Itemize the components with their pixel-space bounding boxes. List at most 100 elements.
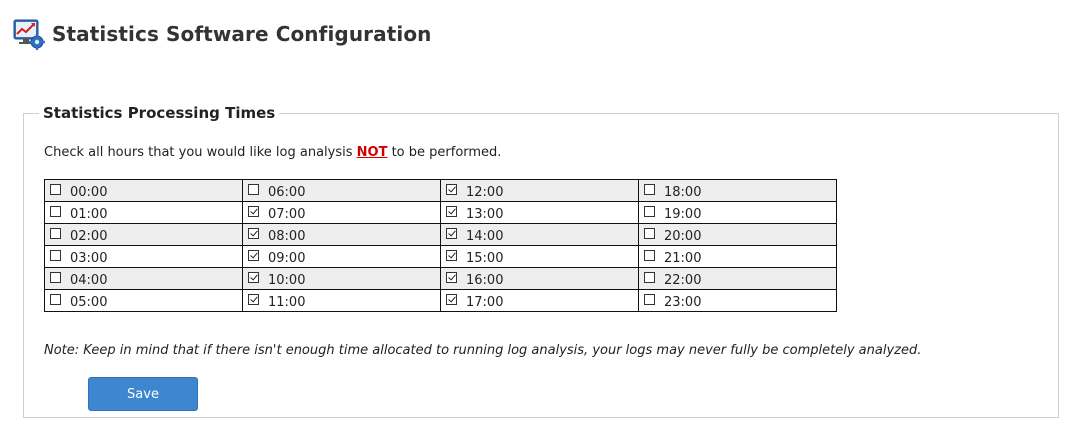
hour-cell: 01:00 [44,201,243,224]
hour-label: 01:00 [70,206,108,222]
hour-cell: 03:00 [44,245,243,268]
hour-cell: 10:00 [242,267,441,290]
hour-option[interactable]: 14:00 [446,224,638,245]
hour-checkbox[interactable] [446,183,457,195]
hour-checkbox[interactable] [50,293,61,305]
hour-checkbox[interactable] [50,271,61,283]
hour-checkbox[interactable] [446,249,457,261]
hour-label: 14:00 [466,228,504,244]
hour-cell: 08:00 [242,223,441,246]
hour-label: 17:00 [466,294,504,310]
hour-label: 12:00 [466,184,504,200]
hour-option[interactable]: 19:00 [644,202,836,223]
hour-cell: 21:00 [638,245,837,268]
hour-option[interactable]: 00:00 [50,180,242,201]
hour-label: 03:00 [70,250,108,266]
hour-label: 10:00 [268,272,306,288]
hour-checkbox[interactable] [644,249,655,261]
hour-label: 06:00 [268,184,306,200]
hour-option[interactable]: 20:00 [644,224,836,245]
hour-label: 21:00 [664,250,702,266]
hour-checkbox[interactable] [644,183,655,195]
hour-label: 13:00 [466,206,504,222]
save-button[interactable]: Save [88,377,198,411]
statistics-config-page: Statistics Software Configuration Statis… [0,0,1084,428]
hour-label: 07:00 [268,206,306,222]
statistics-monitor-gear-icon [13,19,45,50]
hour-checkbox[interactable] [248,271,259,283]
hour-option[interactable]: 10:00 [248,268,440,289]
instruction-emphasis: NOT [356,145,388,160]
hour-checkbox[interactable] [644,227,655,239]
hours-row: 05:00 11:00 17:00 23:00 [44,289,837,312]
hour-cell: 16:00 [440,267,639,290]
page-header: Statistics Software Configuration [12,14,432,54]
hour-checkbox[interactable] [248,293,259,305]
note-text: Note: Keep in mind that if there isn't e… [44,343,922,358]
hour-label: 04:00 [70,272,108,288]
hour-label: 02:00 [70,228,108,244]
hour-checkbox[interactable] [644,205,655,217]
hour-checkbox[interactable] [50,227,61,239]
hour-cell: 11:00 [242,289,441,312]
hour-cell: 19:00 [638,201,837,224]
processing-times-section: Statistics Processing Times Check all ho… [23,104,1059,418]
hour-cell: 17:00 [440,289,639,312]
hour-checkbox[interactable] [50,183,61,195]
hour-option[interactable]: 13:00 [446,202,638,223]
hour-checkbox[interactable] [446,293,457,305]
hour-checkbox[interactable] [644,271,655,283]
hours-row: 04:00 10:00 16:00 22:00 [44,267,837,290]
hour-cell: 07:00 [242,201,441,224]
hour-cell: 02:00 [44,223,243,246]
hour-checkbox[interactable] [248,249,259,261]
hour-option[interactable]: 01:00 [50,202,242,223]
hours-row: 00:00 06:00 12:00 18:00 [44,179,837,202]
hour-checkbox[interactable] [248,205,259,217]
hour-cell: 23:00 [638,289,837,312]
hour-option[interactable]: 15:00 [446,246,638,267]
hour-checkbox[interactable] [248,183,259,195]
hour-option[interactable]: 23:00 [644,290,836,311]
hour-option[interactable]: 02:00 [50,224,242,245]
hour-checkbox[interactable] [50,205,61,217]
hour-checkbox[interactable] [446,205,457,217]
hour-cell: 22:00 [638,267,837,290]
hour-label: 18:00 [664,184,702,200]
hour-option[interactable]: 03:00 [50,246,242,267]
hour-checkbox[interactable] [248,227,259,239]
hour-cell: 15:00 [440,245,639,268]
hours-row: 02:00 08:00 14:00 20:00 [44,223,837,246]
hour-option[interactable]: 09:00 [248,246,440,267]
instruction-prefix: Check all hours that you would like log … [44,145,357,160]
hour-cell: 05:00 [44,289,243,312]
hour-checkbox[interactable] [446,227,457,239]
hour-label: 23:00 [664,294,702,310]
hour-option[interactable]: 07:00 [248,202,440,223]
hour-checkbox[interactable] [644,293,655,305]
hour-option[interactable]: 08:00 [248,224,440,245]
section-legend: Statistics Processing Times [43,104,276,122]
hour-option[interactable]: 22:00 [644,268,836,289]
hour-option[interactable]: 12:00 [446,180,638,201]
hour-checkbox[interactable] [50,249,61,261]
hour-checkbox[interactable] [446,271,457,283]
hour-option[interactable]: 16:00 [446,268,638,289]
instruction-suffix: to be performed. [387,145,502,160]
hour-label: 05:00 [70,294,108,310]
hour-label: 15:00 [466,250,504,266]
hour-label: 16:00 [466,272,504,288]
hour-label: 20:00 [664,228,702,244]
hour-cell: 18:00 [638,179,837,202]
hour-cell: 14:00 [440,223,639,246]
hour-option[interactable]: 17:00 [446,290,638,311]
hour-cell: 12:00 [440,179,639,202]
hour-option[interactable]: 06:00 [248,180,440,201]
hour-option[interactable]: 18:00 [644,180,836,201]
hour-label: 22:00 [664,272,702,288]
hour-option[interactable]: 05:00 [50,290,242,311]
hour-option[interactable]: 11:00 [248,290,440,311]
hour-label: 00:00 [70,184,108,200]
hour-option[interactable]: 04:00 [50,268,242,289]
hour-option[interactable]: 21:00 [644,246,836,267]
